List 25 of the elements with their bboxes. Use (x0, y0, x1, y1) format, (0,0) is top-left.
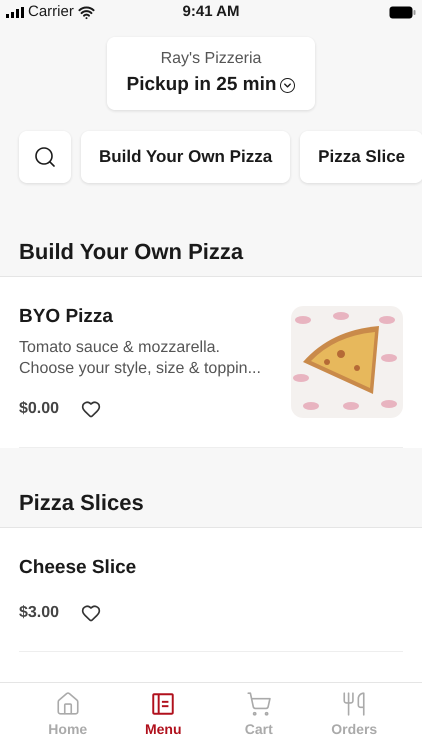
item-name: Cheese Slice (19, 556, 138, 580)
item-name: BYO Pizza (19, 304, 114, 328)
tab-bar-item[interactable]: Menu (123, 691, 204, 750)
pickup-selector[interactable]: Ray's Pizzeria Pickup in 25 min (106, 37, 316, 110)
signal-icon (6, 6, 24, 18)
search-icon (33, 144, 57, 168)
item-description: Tomato sauce & mozzarella. Choose your style, size & toppin... (19, 338, 262, 379)
clock-time: 9:41 AM (182, 2, 240, 22)
menu-book-icon (150, 691, 176, 717)
cart-icon (246, 691, 272, 717)
store-name: Ray's Pizzeria (160, 49, 262, 69)
category-chip[interactable]: Pizza Slice (300, 130, 422, 182)
wifi-icon (78, 4, 95, 20)
carrier-name: Carrier (28, 2, 74, 22)
pickup-time: Pickup in 25 min (126, 73, 276, 97)
utensils-icon (341, 691, 368, 717)
battery-icon (389, 6, 416, 18)
item-price: $3.00 (19, 602, 60, 622)
house-icon (54, 691, 81, 717)
item-price: $0.00 (19, 399, 60, 419)
search-button[interactable] (19, 130, 71, 182)
chevron-down-icon (280, 78, 296, 93)
favorite-icon[interactable] (81, 602, 102, 622)
category-chip[interactable]: Build Your Own Pizza (81, 130, 290, 182)
favorite-icon[interactable] (81, 399, 102, 419)
